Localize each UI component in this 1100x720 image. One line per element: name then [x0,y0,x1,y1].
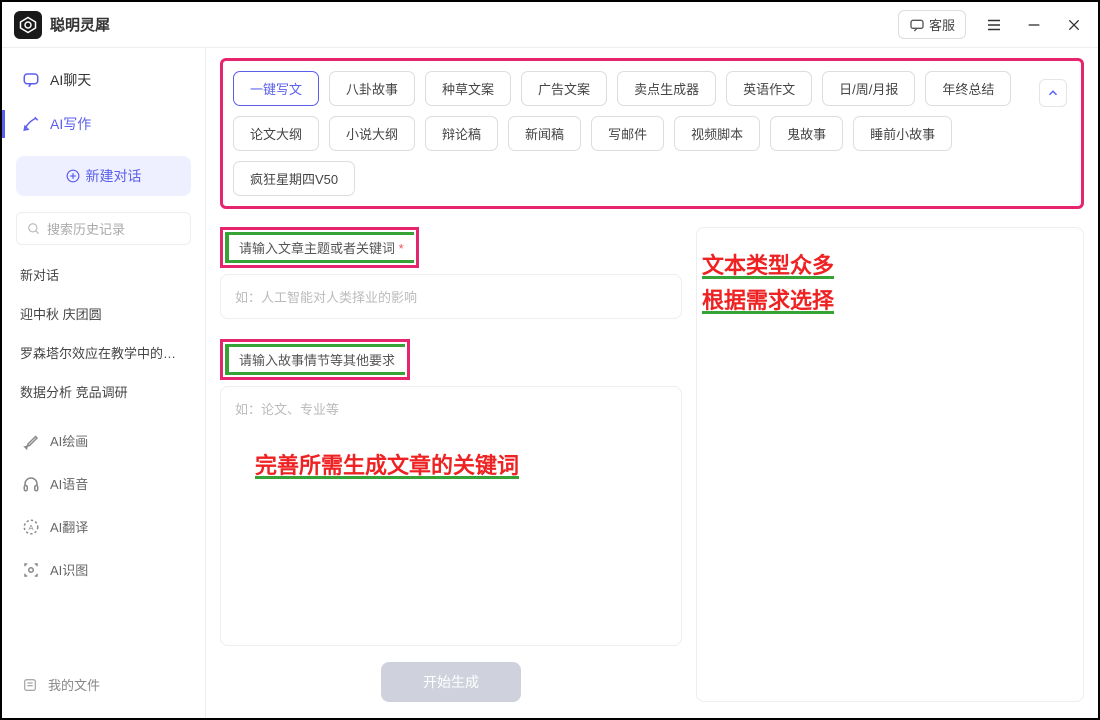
scan-icon [22,561,40,579]
svg-text:A: A [28,523,33,532]
category-chip[interactable]: 广告文案 [521,71,607,106]
translate-icon: A [22,518,40,536]
nav-ai-chat[interactable]: AI聊天 [2,58,205,102]
menu-button[interactable] [982,13,1006,37]
chat-bubble-icon [22,71,40,89]
new-chat-button[interactable]: 新建对话 [16,156,191,196]
details-label: 请输入故事情节等其他要求 [225,344,405,375]
category-chip[interactable]: 八卦故事 [329,71,415,106]
search-icon [27,222,41,236]
details-label-highlight: 请输入故事情节等其他要求 [220,339,410,380]
minimize-icon [1026,17,1042,33]
close-button[interactable] [1062,13,1086,37]
category-chip[interactable]: 日/周/月报 [822,71,915,106]
customer-service-button[interactable]: 客服 [898,10,966,39]
history-item[interactable]: 迎中秋 庆团圆 [2,294,205,333]
category-chip[interactable]: 疯狂星期四V50 [233,161,355,196]
category-chip[interactable]: 论文大纲 [233,116,319,151]
generate-button[interactable]: 开始生成 [381,662,521,702]
chevron-up-icon [1046,86,1060,100]
category-chip[interactable]: 英语作文 [726,71,812,106]
topic-label: 请输入文章主题或者关键词 * [225,232,414,263]
titlebar: 聪明灵犀 客服 [2,2,1098,48]
annotation-top: 文本类型众多 根据需求选择 [702,248,834,318]
app-logo [14,11,42,39]
tools-list: AI绘画 AI语音 A AI翻译 AI识图 [2,419,205,591]
category-chip[interactable]: 卖点生成器 [617,71,716,106]
topic-input[interactable]: 如：人工智能对人类择业的影响 [220,274,682,319]
brush-icon [22,432,40,450]
tool-ai-image[interactable]: AI识图 [2,548,205,591]
details-textarea[interactable]: 如：论文、专业等 完善所需生成文章的关键词 [220,386,682,646]
category-chip[interactable]: 视频脚本 [674,116,760,151]
chat-icon [909,17,925,33]
minimize-button[interactable] [1022,13,1046,37]
category-chip[interactable]: 睡前小故事 [853,116,952,151]
tool-ai-draw[interactable]: AI绘画 [2,419,205,462]
search-history-input[interactable]: 搜索历史记录 [16,212,191,245]
pen-icon [22,115,40,133]
category-panel: 一键写文 八卦故事 种草文案 广告文案 卖点生成器 英语作文 日/周/月报 年终… [220,58,1084,209]
folder-icon [22,677,38,693]
my-files-button[interactable]: 我的文件 [2,661,205,708]
tool-ai-voice[interactable]: AI语音 [2,462,205,505]
history-item[interactable]: 新对话 [2,255,205,294]
headphones-icon [22,475,40,493]
history-item[interactable]: 罗森塔尔效应在教学中的重要... [2,333,205,372]
category-chip[interactable]: 一键写文 [233,71,319,106]
sidebar: AI聊天 AI写作 新建对话 搜索历史记录 新对话 迎中秋 庆团圆 罗森塔尔效应… [2,48,206,718]
annotation-mid: 完善所需生成文章的关键词 [255,448,667,480]
history-item[interactable]: 数据分析 竞品调研 [2,372,205,411]
content-area: 一键写文 八卦故事 种草文案 广告文案 卖点生成器 英语作文 日/周/月报 年终… [206,48,1098,718]
nav-ai-write[interactable]: AI写作 [2,102,205,146]
category-chip[interactable]: 辩论稿 [425,116,498,151]
collapse-button[interactable] [1039,79,1067,107]
category-row-2: 论文大纲 小说大纲 辩论稿 新闻稿 写邮件 视频脚本 鬼故事 睡前小故事 疯狂星… [233,116,1071,196]
tool-ai-translate[interactable]: A AI翻译 [2,505,205,548]
category-chip[interactable]: 年终总结 [925,71,1011,106]
topic-label-highlight: 请输入文章主题或者关键词 * [220,227,419,268]
category-chip[interactable]: 新闻稿 [508,116,581,151]
hamburger-icon [985,16,1003,34]
category-chip[interactable]: 写邮件 [591,116,664,151]
category-chip[interactable]: 种草文案 [425,71,511,106]
app-title: 聪明灵犀 [50,14,898,35]
close-icon [1066,17,1082,33]
category-row-1: 一键写文 八卦故事 种草文案 广告文案 卖点生成器 英语作文 日/周/月报 年终… [233,71,1071,106]
category-chip[interactable]: 鬼故事 [770,116,843,151]
category-chip[interactable]: 小说大纲 [329,116,415,151]
history-list: 新对话 迎中秋 庆团圆 罗森塔尔效应在教学中的重要... 数据分析 竞品调研 [2,251,205,415]
plus-circle-icon [66,169,80,183]
